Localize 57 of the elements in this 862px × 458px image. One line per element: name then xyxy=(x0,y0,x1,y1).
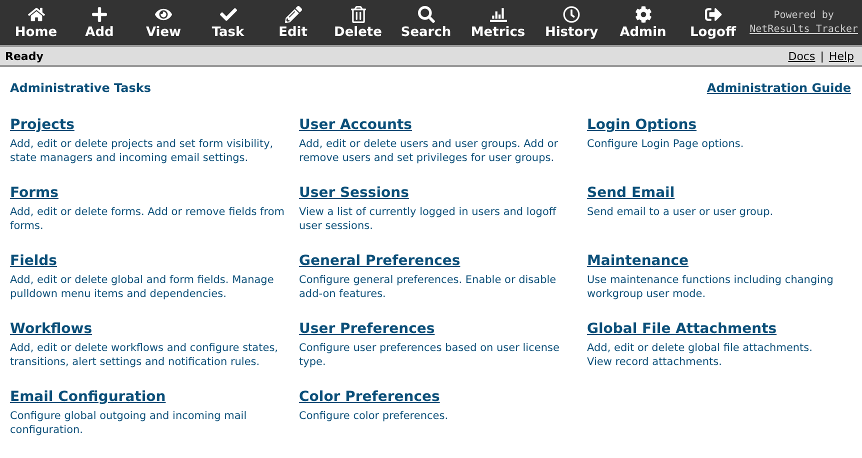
help-link[interactable]: Docs xyxy=(788,50,816,62)
toolbar-button[interactable]: Admin xyxy=(609,6,677,40)
task-link[interactable]: Projects xyxy=(10,117,74,133)
toolbar-button[interactable]: History xyxy=(534,6,609,40)
task-link[interactable]: User Accounts xyxy=(299,117,412,133)
toolbar-button[interactable]: Metrics xyxy=(462,6,534,40)
toolbar-button[interactable]: Logoff xyxy=(677,6,749,40)
search-icon xyxy=(418,6,434,22)
task-description: Add, edit or delete global file attachments. View record attachments. xyxy=(587,341,814,369)
pencil-icon xyxy=(284,6,302,22)
guide-link[interactable]: Administration Guide xyxy=(706,81,851,95)
logout-icon xyxy=(704,6,722,22)
task-description: Add, edit or delete projects and set form visibility, state managers and incoming email settings. xyxy=(10,137,274,165)
task-link[interactable]: Maintenance xyxy=(587,253,689,269)
toolbar-button[interactable]: View xyxy=(131,6,196,40)
task-description: Send email to a user or user group. xyxy=(587,205,774,219)
task-description: Configure Login Page options. xyxy=(587,137,745,151)
task-description: View a list of currently logged in users and logoff user sessions. xyxy=(299,205,558,233)
toolbar-button[interactable]: Edit xyxy=(260,6,326,40)
page-title: Administrative Tasks xyxy=(10,81,152,95)
task-link[interactable]: Login Options xyxy=(587,117,697,133)
task-link[interactable]: User Sessions xyxy=(299,185,409,201)
task-link[interactable]: General Preferences xyxy=(299,253,460,269)
powered-by-text: Powered by xyxy=(774,10,834,21)
task-link[interactable]: Forms xyxy=(10,185,58,201)
toolbar-button[interactable]: Home xyxy=(4,6,68,40)
checkmark-icon xyxy=(220,6,236,22)
task-description: Configure general preferences. Enable or disable add-on features. xyxy=(299,273,558,301)
task-link[interactable]: Send Email xyxy=(587,185,675,201)
task-link[interactable]: User Preferences xyxy=(299,321,435,337)
toolbar-button[interactable]: Delete xyxy=(326,6,390,40)
task-description: Add, edit or delete workflows and configure states, transitions, alert settings and notification rules. xyxy=(10,341,280,369)
task-description: Configure user preferences based on user license type. xyxy=(299,341,560,369)
task-link[interactable]: Color Preferences xyxy=(299,389,440,405)
task-description: Use maintenance functions including changing workgroup user mode. xyxy=(587,273,834,301)
status-text: Ready xyxy=(5,50,44,62)
toolbar-button[interactable]: Search xyxy=(390,6,462,40)
task-description: Add, edit or delete forms. Add or remove fields from forms. xyxy=(10,205,286,233)
brand-link[interactable]: NetResults Tracker xyxy=(750,24,858,35)
task-link[interactable]: Global File Attachments xyxy=(587,321,777,337)
task-link[interactable]: Workflows xyxy=(10,321,92,337)
plus-icon xyxy=(91,6,108,22)
home-icon xyxy=(28,6,44,22)
task-link[interactable]: Fields xyxy=(10,253,58,269)
task-description: Configure global outgoing and incoming mail configuration. xyxy=(10,409,248,437)
trash-icon xyxy=(350,6,366,22)
task-description: Add, edit or delete users and user groups. Add or remove users and set privileges for user groups. xyxy=(299,137,560,165)
task-description: Add, edit or delete global and form fields. Manage pulldown menu items and dependencies. xyxy=(10,273,275,301)
clock-icon xyxy=(563,6,580,22)
gear-icon xyxy=(634,6,652,22)
task-link[interactable]: Email Configuration xyxy=(10,389,166,405)
toolbar-button[interactable]: Task xyxy=(196,6,260,40)
bar-chart-icon xyxy=(490,6,506,22)
help-link[interactable]: Help xyxy=(828,50,854,62)
task-description: Configure color preferences. xyxy=(299,409,450,423)
toolbar-button[interactable]: Add xyxy=(68,6,131,40)
separator-text: | xyxy=(820,50,824,62)
